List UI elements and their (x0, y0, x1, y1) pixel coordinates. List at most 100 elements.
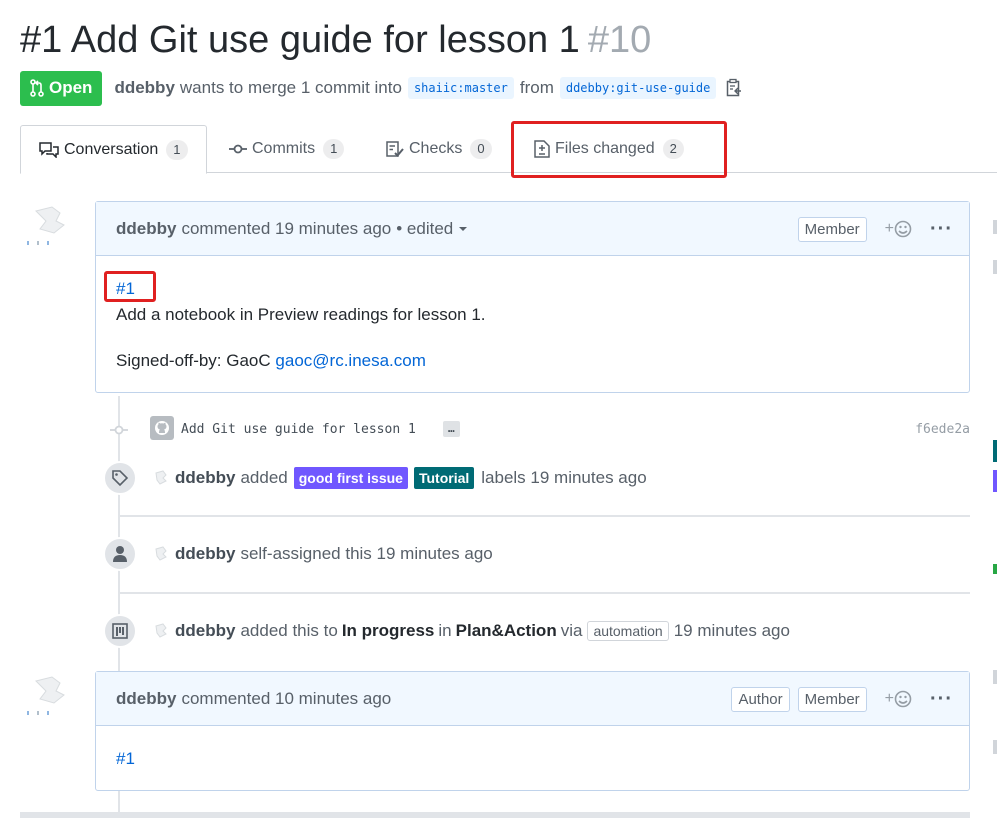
add-reaction-button[interactable]: + (885, 220, 912, 238)
assign-event: ddebby self-assigned this 19 minutes ago (103, 537, 970, 573)
event-author-link[interactable]: ddebby (175, 544, 235, 564)
caret-down-icon (459, 226, 468, 231)
event-verb: added (240, 468, 288, 487)
pr-number: #10 (587, 19, 652, 61)
tab-counter: 1 (323, 139, 345, 159)
timeline-separator (120, 592, 970, 594)
automation-badge: automation (587, 621, 669, 641)
comment-card: ddebby commented 10 minutes ago Author M… (95, 671, 970, 791)
avatar[interactable] (26, 203, 70, 247)
member-badge: Member (797, 686, 867, 712)
edited-label: • edited (396, 218, 454, 238)
pull-request-icon (30, 79, 44, 97)
tab-counter: 0 (470, 139, 492, 159)
mini-avatar[interactable] (151, 622, 169, 640)
event-content: ddebby self-assigned this 19 minutes ago (151, 537, 493, 571)
commit-sha-link[interactable]: f6ede2a (915, 422, 970, 437)
timeline-separator (120, 515, 970, 517)
kebab-horizontal-icon[interactable]: ··· (930, 218, 953, 241)
project-icon (103, 614, 137, 648)
mini-avatar[interactable] (151, 469, 169, 487)
event-author-link[interactable]: ddebby (175, 468, 235, 488)
issue-link[interactable]: #1 (116, 749, 135, 768)
state-label: Open (49, 78, 93, 97)
comment-author-link[interactable]: ddebby (116, 689, 176, 709)
comment-header: ddebby commented 19 minutes ago • edited… (96, 202, 969, 256)
comment-action[interactable]: commented 10 minutes ago (181, 689, 391, 709)
smiley-icon (894, 220, 912, 238)
comment-card: ddebby commented 19 minutes ago • edited… (95, 201, 970, 393)
tab-label: Commits (252, 140, 316, 157)
event-verb: added this to (240, 621, 338, 640)
kebab-horizontal-icon[interactable]: ··· (930, 688, 953, 711)
files-changed-highlight (511, 121, 727, 178)
edge-label-good-first-issue (993, 470, 997, 492)
github-icon (155, 421, 169, 435)
edge-label-tutorial (993, 440, 997, 462)
tab-commits[interactable]: Commits 1 (229, 125, 345, 173)
label-tutorial[interactable]: Tutorial (413, 467, 475, 489)
event-content: ddebby added this to In progress in Plan… (151, 614, 790, 648)
pr-title-row: #1 Add Git use guide for lesson 1 #10 (20, 14, 651, 66)
edge-mark (993, 260, 997, 274)
event-author-link[interactable]: ddebby (175, 621, 235, 641)
clipboard-icon[interactable] (726, 78, 742, 98)
commit-row: Add Git use guide for lesson 1 … f6ede2a (110, 414, 970, 446)
event-suffix: labels 19 minutes ago (481, 468, 647, 487)
tab-counter: 1 (166, 139, 188, 160)
in-text: in (438, 621, 452, 640)
commit-message-link[interactable]: Add Git use guide for lesson 1 (181, 422, 416, 437)
tab-label: Conversation (64, 140, 159, 158)
via-text: via (560, 621, 583, 640)
bottom-bar (20, 812, 970, 818)
pr-title: #1 Add Git use guide for lesson 1 (20, 19, 580, 61)
project-link[interactable]: Plan&Action (456, 621, 557, 641)
github-avatar[interactable] (150, 416, 174, 440)
comment-discussion-icon (39, 141, 59, 158)
event-text: self-assigned this 19 minutes ago (240, 544, 493, 563)
base-branch[interactable]: shaiic:master (407, 77, 514, 99)
tab-checks[interactable]: Checks 0 (386, 125, 492, 173)
email-link[interactable]: gaoc@rc.inesa.com (275, 351, 426, 370)
event-time[interactable]: 19 minutes ago (674, 621, 790, 641)
meta-text: wants to merge 1 commit into (179, 78, 402, 97)
git-commit-icon (229, 143, 247, 155)
pr-author-link[interactable]: ddebby (114, 78, 174, 98)
checklist-icon (386, 141, 404, 157)
edge-mark (993, 670, 997, 684)
edited-dropdown[interactable]: • edited (396, 219, 469, 239)
expand-commit-button[interactable]: … (443, 421, 460, 437)
pr-meta: Open ddebby wants to merge 1 commit into… (20, 70, 742, 106)
add-reaction-button[interactable]: + (885, 690, 912, 708)
comment-actions: Author Member + ··· (723, 672, 953, 726)
comment-text: Add a notebook in Preview readings for l… (116, 305, 486, 324)
edge-mark (993, 564, 997, 574)
react-plus: + (884, 690, 895, 707)
comment-author-link[interactable]: ddebby (116, 219, 176, 239)
author-badge: Author (731, 686, 790, 712)
comment-body: #1 Add a notebook in Preview readings fo… (96, 256, 969, 394)
edge-mark (993, 220, 997, 234)
member-badge: Member (797, 216, 867, 242)
avatar[interactable] (26, 673, 70, 717)
comment-header: ddebby commented 10 minutes ago Author M… (96, 672, 969, 726)
comment-action[interactable]: commented 19 minutes ago (181, 219, 391, 239)
react-plus: + (884, 220, 895, 237)
edge-mark (993, 740, 997, 754)
state-badge: Open (20, 70, 103, 106)
pr-tabs: Conversation 1 Commits 1 Checks 0 Files … (20, 125, 997, 174)
label-event: ddebby added good first issue Tutorial l… (103, 461, 970, 497)
comment-actions: Member + ··· (790, 202, 953, 256)
signed-off-text: Signed-off-by: GaoC (116, 351, 271, 370)
tab-conversation[interactable]: Conversation 1 (20, 125, 207, 174)
mini-avatar[interactable] (151, 545, 169, 563)
smiley-icon (894, 690, 912, 708)
person-icon (103, 537, 137, 571)
sidebar-edge (993, 200, 997, 800)
comment-body: #1 (96, 726, 969, 792)
head-branch[interactable]: ddebby:git-use-guide (559, 77, 717, 99)
tab-label: Checks (409, 140, 463, 157)
project-event: ddebby added this to In progress in Plan… (103, 614, 970, 650)
git-commit-icon (110, 422, 128, 438)
label-good-first-issue[interactable]: good first issue (293, 467, 408, 489)
